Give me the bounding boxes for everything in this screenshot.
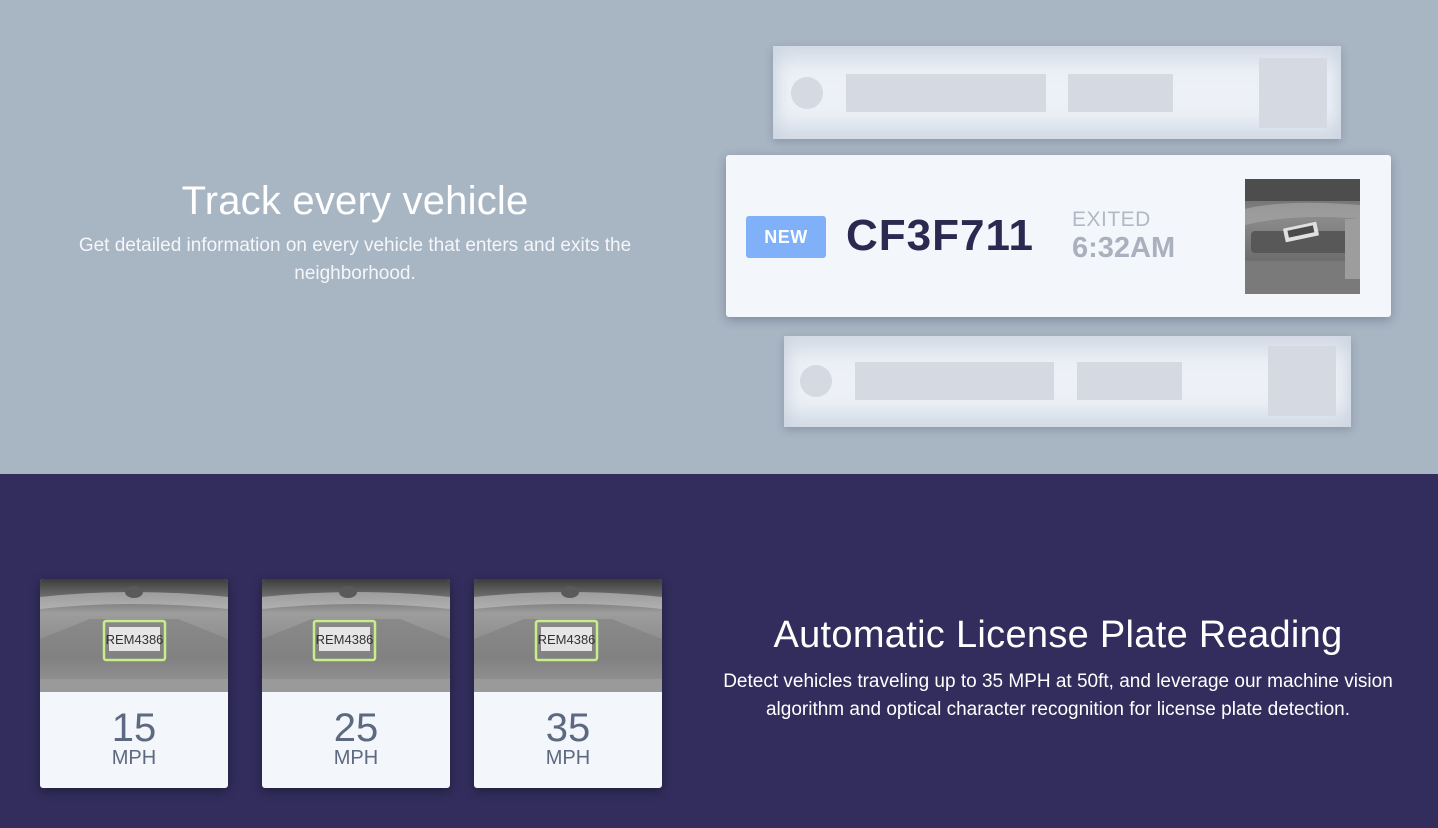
vehicle-tracking-section: Track every vehicle Get detailed informa… — [0, 0, 1438, 474]
plate-photo: REM4386 — [474, 579, 662, 692]
placeholder-circle — [791, 77, 823, 109]
plate-text: REM4386 — [106, 632, 164, 647]
plate-text: REM4386 — [538, 632, 596, 647]
placeholder-bar — [855, 362, 1054, 400]
tracking-description: Get detailed information on every vehicl… — [78, 235, 632, 284]
vehicle-record-card: NEW CF3F711 EXITED 6:32AM — [726, 155, 1391, 317]
speed-unit: MPH — [545, 747, 591, 769]
alpr-description: Detect vehicles traveling up to 35 MPH a… — [723, 671, 1393, 720]
alpr-title: Automatic License Plate Reading — [773, 614, 1343, 656]
vehicle-photo — [1245, 179, 1360, 294]
alpr-text-block: Automatic License Plate Reading Detect v… — [716, 611, 1400, 724]
placeholder-thumbnail — [1259, 58, 1327, 128]
speed-unit: MPH — [333, 747, 379, 769]
placeholder-bar — [846, 74, 1046, 112]
exit-time: 6:32AM — [1072, 232, 1176, 264]
plate-number: CF3F711 — [846, 211, 1034, 260]
speed-value: 15 — [111, 706, 157, 750]
exit-status: EXITED — [1072, 208, 1151, 231]
speed-unit: MPH — [111, 747, 157, 769]
plate-photo: REM4386 — [40, 579, 228, 692]
car-rear-graphic: REM4386 — [474, 579, 662, 692]
speed-card-15: REM4386 15 MPH — [40, 579, 228, 788]
speed-value: 35 — [545, 706, 591, 750]
placeholder-bar — [1068, 74, 1173, 112]
tracking-text-block: Track every vehicle Get detailed informa… — [40, 176, 670, 288]
tracking-title: Track every vehicle — [181, 179, 529, 223]
car-rear-graphic: REM4386 — [262, 579, 450, 692]
car-rear-graphic: REM4386 — [40, 579, 228, 692]
speed-card-25: REM4386 25 MPH — [262, 579, 450, 788]
speed-card-35: REM4386 35 MPH — [474, 579, 662, 788]
placeholder-bar — [1077, 362, 1182, 400]
plate-photo: REM4386 — [262, 579, 450, 692]
placeholder-circle — [800, 365, 832, 397]
speed-value: 25 — [333, 706, 379, 750]
plate-text: REM4386 — [316, 632, 374, 647]
placeholder-vehicle-card — [784, 336, 1351, 427]
vehicle-photo-graphic — [1245, 179, 1360, 294]
placeholder-thumbnail — [1268, 346, 1336, 416]
new-badge: NEW — [746, 216, 826, 258]
placeholder-vehicle-card — [773, 46, 1341, 139]
